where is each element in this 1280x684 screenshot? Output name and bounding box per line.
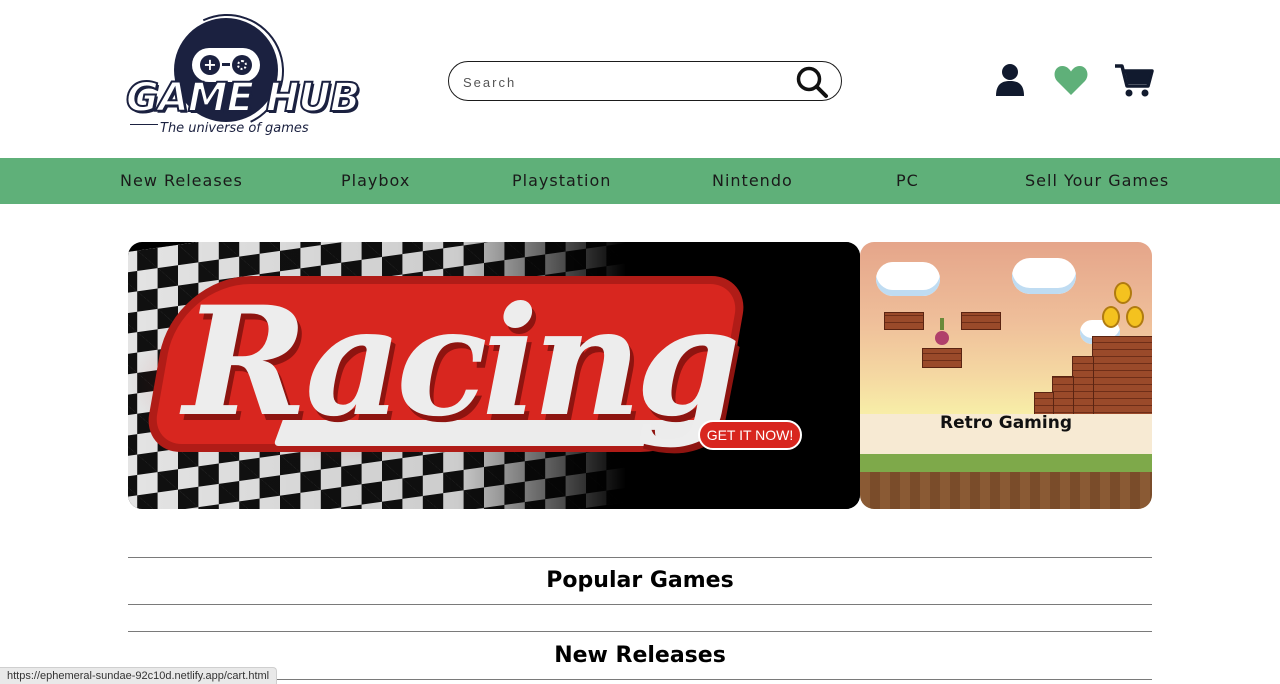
brick-block	[922, 348, 962, 368]
brick-stairs	[1092, 336, 1152, 420]
potion-icon	[935, 318, 949, 345]
site-header: + GAME HUB The universe of games	[0, 0, 1280, 158]
search-icon[interactable]	[795, 65, 829, 99]
status-bar-link-preview: https://ephemeral-sundae-92c10d.netlify.…	[0, 667, 278, 684]
logo-title: GAME HUB	[125, 75, 361, 121]
heart-icon[interactable]	[1053, 63, 1089, 97]
dirt-ground	[860, 472, 1152, 509]
retro-gaming-banner[interactable]: Retro Gaming	[860, 242, 1152, 509]
brick-block	[884, 312, 924, 330]
nav-item-playstation[interactable]: Playstation	[512, 158, 611, 204]
nav-item-new-releases[interactable]: New Releases	[120, 158, 243, 204]
logo-tagline: The universe of games	[160, 121, 309, 136]
section-divider	[128, 679, 1152, 680]
user-icon[interactable]	[994, 63, 1026, 97]
section-divider	[128, 604, 1152, 605]
new-releases-heading: New Releases	[554, 643, 726, 668]
racing-banner[interactable]: Racing GET IT NOW!	[128, 242, 860, 509]
brick-block	[961, 312, 1001, 330]
logo-underline	[130, 124, 158, 125]
popular-games-heading: Popular Games	[546, 568, 734, 593]
coin-icon	[1102, 306, 1120, 328]
cloud-graphic	[1012, 258, 1076, 294]
site-logo[interactable]: + GAME HUB The universe of games	[125, 0, 361, 145]
nav-item-sell-your-games[interactable]: Sell Your Games	[1025, 158, 1169, 204]
cloud-graphic	[876, 262, 940, 296]
coin-icon	[1114, 282, 1132, 304]
grass-ground	[860, 454, 1152, 472]
nav-item-nintendo[interactable]: Nintendo	[712, 158, 793, 204]
section-divider	[128, 557, 1152, 558]
brick-stairs	[1072, 356, 1094, 420]
search-input[interactable]	[461, 70, 785, 94]
nav-item-playbox[interactable]: Playbox	[341, 158, 410, 204]
nav-item-pc[interactable]: PC	[896, 158, 919, 204]
section-divider	[128, 631, 1152, 632]
racing-title: Racing	[183, 274, 741, 450]
main-nav: New Releases Playbox Playstation Nintend…	[0, 158, 1280, 204]
cart-icon[interactable]	[1114, 62, 1154, 98]
get-it-now-button[interactable]: GET IT NOW!	[698, 420, 802, 450]
coin-icon	[1126, 306, 1144, 328]
search-box	[448, 61, 842, 101]
retro-gaming-label: Retro Gaming	[940, 413, 1072, 433]
